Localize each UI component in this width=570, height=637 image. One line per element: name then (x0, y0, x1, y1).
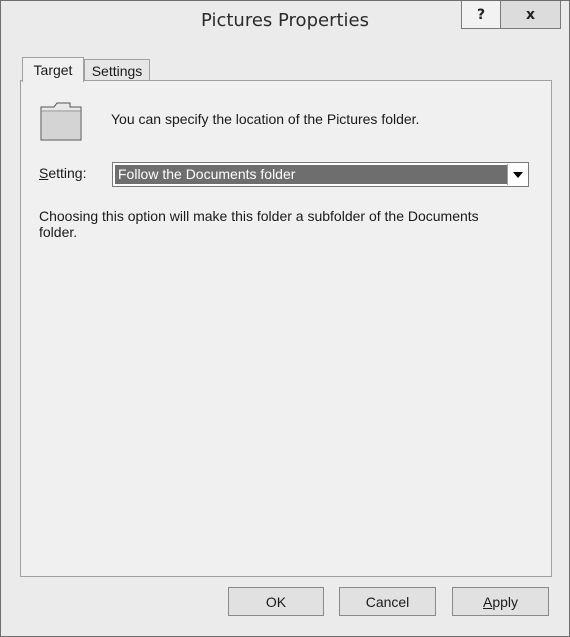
tab-page-target (20, 80, 552, 577)
tab-target[interactable]: Target (22, 57, 84, 82)
setting-dropdown-value: Follow the Documents folder (115, 165, 507, 184)
setting-label-text: etting: (48, 165, 87, 181)
setting-label: Setting: (39, 165, 86, 181)
apply-button[interactable]: Apply (452, 587, 549, 616)
ok-button[interactable]: OK (228, 587, 324, 616)
chevron-down-icon[interactable] (507, 164, 527, 185)
apply-label: pply (492, 593, 519, 610)
explanation-text: Choosing this option will make this fold… (39, 208, 479, 240)
setting-dropdown[interactable]: Follow the Documents folder (112, 162, 529, 187)
folder-icon (40, 102, 82, 141)
setting-label-accelerator: S (39, 165, 49, 181)
help-button[interactable]: ? (461, 1, 501, 29)
properties-dialog: Pictures Properties ? x Target Settings … (0, 0, 570, 637)
description-text: You can specify the location of the Pict… (111, 111, 420, 127)
cancel-button[interactable]: Cancel (339, 587, 436, 616)
title-bar: Pictures Properties ? x (1, 1, 569, 43)
apply-accelerator: A (482, 593, 493, 610)
close-button[interactable]: x (500, 1, 561, 29)
tab-settings[interactable]: Settings (84, 59, 150, 81)
